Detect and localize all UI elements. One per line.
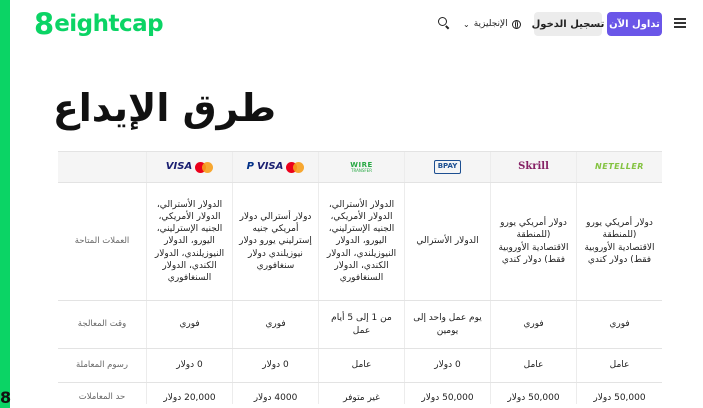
cell-fee: عامل [490, 349, 576, 382]
logo-mark: 8 [34, 6, 55, 41]
method-bpay: BPAY [404, 152, 490, 182]
visa-icon: VISA [165, 161, 193, 173]
trade-now-button[interactable]: تداول الآن [607, 12, 662, 36]
method-neteller: NETELLER [576, 152, 662, 182]
cell-fee: 0 دولار [146, 349, 232, 382]
cell-fee: 0 دولار [232, 349, 318, 382]
cell-fee: 0 دولار [404, 349, 490, 382]
language-label: الإنجليزية [473, 19, 508, 29]
cell-limit: 4000 دولار [232, 383, 318, 405]
site-header: 8 eightcap ⌄ الإنجليزية تسجيل الدخول تدا… [10, 0, 703, 48]
login-button[interactable]: تسجيل الدخول [532, 12, 604, 36]
language-selector[interactable]: ⌄ الإنجليزية [463, 16, 521, 32]
table-row: رسوم المعاملة 0 دولار 0 دولار عامل 0 دول… [58, 349, 662, 383]
mastercard-icon [286, 161, 305, 173]
visa-icon: VISA [256, 161, 284, 173]
cell-currencies: دولار أسترالي دولار أمريكي جنيه إسترليني… [232, 183, 318, 300]
paypal-icon: P [246, 161, 254, 173]
method-visa-mastercard: VISA [146, 152, 232, 182]
cell-fee: عامل [576, 349, 662, 382]
method-skrill: Skrill [490, 152, 576, 182]
cell-limit: 20,000 دولار [146, 383, 232, 405]
cell-currencies: دولار أمريكي يورو (للمنطقة الاقتصادية ال… [576, 183, 662, 300]
cell-currencies: الدولار الأسترالي [404, 183, 490, 300]
logo-text: eightcap [54, 11, 164, 37]
cell-limit: 50,000 دولار [576, 383, 662, 405]
method-wire-transfer: WIRE TRANSFER [318, 152, 404, 182]
deposit-methods-table: VISA VISA P WIRE TRANSFER BPAY Skrill NETE… [58, 151, 662, 408]
cell-processing-time: يوم عمل واحد إلى يومين [404, 301, 490, 348]
cell-limit: غير متوفر [318, 383, 404, 405]
cell-processing-time: فوري [490, 301, 576, 348]
search-icon[interactable] [438, 17, 450, 29]
brand-side-strip [0, 0, 10, 408]
table-row: العملات المتاحة الدولار الأسترالي، الدول… [58, 183, 662, 301]
row-label-fees: رسوم المعاملة [75, 359, 129, 370]
cell-fee: عامل [318, 349, 404, 382]
globe-icon [511, 19, 521, 29]
cell-currencies: الدولار الأسترالي، الدولار الأمريكي، الج… [146, 183, 232, 300]
cell-currencies: دولار أمريكي يورو (للمنطقة الاقتصادية ال… [490, 183, 576, 300]
table-row: وقت المعالجة فوري فوري من 1 إلى 5 أيام ع… [58, 301, 662, 349]
cell-limit: 50,000 دولار [404, 383, 490, 405]
cell-currencies: الدولار الأسترالي، الدولار الأمريكي، الج… [318, 183, 404, 300]
bpay-icon: BPAY [433, 160, 462, 174]
cell-limit: 50,000 دولار [490, 383, 576, 405]
skrill-icon: Skrill [518, 161, 549, 173]
side-fragment: 8 [0, 388, 12, 407]
cell-processing-time: من 1 إلى 5 أيام عمل [318, 301, 404, 348]
row-label-limits: حد المعاملات [78, 392, 126, 402]
chevron-down-icon: ⌄ [463, 19, 470, 29]
method-visa-paypal-mastercard: VISA P [232, 152, 318, 182]
cell-processing-time: فوري [232, 301, 318, 348]
eightcap-logo[interactable]: 8 eightcap [34, 6, 164, 41]
page-title: طرق الإيداع [52, 86, 276, 130]
wire-transfer-icon: WIRE TRANSFER [350, 160, 373, 173]
row-label-processing-time: وقت المعالجة [77, 318, 127, 329]
neteller-icon: NETELLER [595, 161, 644, 171]
row-label-currencies: العملات المتاحة [74, 235, 130, 246]
table-row: حد المعاملات 20,000 دولار 4000 دولار غير… [58, 383, 662, 408]
cell-processing-time: فوري [576, 301, 662, 348]
mastercard-icon [195, 161, 214, 173]
header-empty-cell [58, 152, 146, 182]
menu-icon[interactable] [674, 18, 686, 28]
table-header-row: VISA VISA P WIRE TRANSFER BPAY Skrill NETE… [58, 151, 662, 183]
cell-processing-time: فوري [146, 301, 232, 348]
